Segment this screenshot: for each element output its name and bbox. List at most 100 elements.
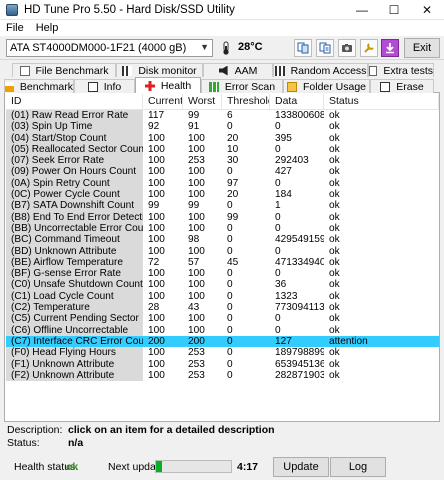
cell-current: 100 [148, 347, 165, 359]
copy-info-button[interactable] [294, 39, 312, 57]
cell-current: 100 [148, 189, 165, 201]
table-row[interactable]: (09) Power On Hours Count 100 100 0 427 ok [6, 166, 439, 178]
cell-id: (C2) Temperature [6, 302, 143, 314]
options-button[interactable] [360, 39, 378, 57]
cell-threshold: 0 [227, 166, 233, 178]
cell-current: 100 [148, 177, 165, 189]
tab-info[interactable]: Info [74, 79, 135, 93]
cell-data: 77309411356 [275, 302, 324, 314]
cell-status: ok [329, 358, 340, 370]
table-row[interactable]: (F2) Unknown Attribute 100 253 0 282871903 ok [6, 369, 439, 382]
cell-id: (01) Raw Read Error Rate [6, 110, 143, 122]
tab-extra-tests[interactable]: Extra tests [368, 63, 434, 77]
cell-threshold: 0 [227, 234, 233, 246]
cell-id: (B8) End To End Error Detection [6, 211, 143, 223]
table-row[interactable]: (C1) Load Cycle Count 100 100 0 1323 ok [6, 290, 439, 303]
table-row[interactable]: (04) Start/Stop Count 100 100 20 395 ok [6, 132, 439, 144]
cell-threshold: 10 [227, 143, 239, 155]
cell-worst: 100 [188, 211, 205, 223]
cell-threshold: 30 [227, 155, 239, 167]
table-row[interactable]: (B7) SATA Downshift Count 99 99 0 1 ok [6, 200, 439, 212]
cell-data: 0 [275, 313, 281, 325]
cell-data: 1323 [275, 290, 298, 302]
column-header-status[interactable]: Status [324, 94, 439, 109]
cell-current: 100 [148, 369, 165, 381]
tab-erase[interactable]: Erase [370, 79, 434, 93]
table-row[interactable]: (C2) Temperature 28 43 0 77309411356 ok [6, 302, 439, 314]
cell-status: ok [329, 234, 340, 246]
column-header-worst[interactable]: Worst [183, 94, 222, 109]
column-header-id[interactable]: ID [6, 94, 143, 109]
tab-folder-usage[interactable]: Folder Usage [283, 79, 370, 93]
cell-id: (C1) Load Cycle Count [6, 290, 143, 303]
table-row[interactable]: (B8) End To End Error Detection 100 100 99 0… [6, 211, 439, 223]
health-cross-icon [144, 80, 155, 91]
tab-file-benchmark[interactable]: File Benchmark [12, 63, 116, 77]
tab-label: Erase [396, 80, 424, 93]
cell-status: ok [329, 110, 340, 121]
tab-label: Health [160, 79, 192, 92]
cell-data: 184 [275, 189, 292, 201]
cell-data: 1 [275, 200, 281, 212]
table-row[interactable]: (F0) Head Flying Hours 100 253 0 1897988997 o… [6, 347, 439, 359]
erase-icon [380, 81, 391, 92]
table-row[interactable]: (C6) Offline Uncorrectable 100 100 0 0 ok [6, 324, 439, 336]
cell-current: 100 [148, 132, 165, 144]
tab-health[interactable]: Health [135, 77, 201, 93]
tab-random-access[interactable]: Random Access [273, 63, 368, 77]
menu-help[interactable]: Help [36, 22, 59, 34]
menu-file[interactable]: File [6, 22, 24, 34]
screenshot-button[interactable] [338, 39, 356, 57]
cell-status: ok [329, 279, 340, 291]
tab-disk-monitor[interactable]: Disk monitor [116, 63, 203, 77]
smart-attribute-table[interactable]: ID Current Worst Threshold Data Status (… [6, 94, 439, 418]
cell-threshold: 0 [227, 268, 233, 280]
maximize-button[interactable]: ☐ [378, 0, 410, 20]
drive-select[interactable]: ATA ST4000DM000-1F21 (4000 gB) ▼ [6, 39, 213, 57]
table-row[interactable]: (BF) G-sense Error Rate 100 100 0 0 ok [6, 268, 439, 280]
cell-id: (04) Start/Stop Count [6, 132, 143, 144]
column-header-current[interactable]: Current [143, 94, 183, 109]
table-row[interactable]: (05) Reallocated Sector Count 100 100 10 0 ok [6, 143, 439, 156]
cell-data: 36 [275, 279, 287, 291]
table-row[interactable]: (BC) Command Timeout 100 98 0 4295491598 ok [6, 234, 439, 246]
save-button[interactable] [381, 39, 399, 57]
status-value: n/a [68, 437, 84, 449]
tab-error-scan[interactable]: Error Scan [201, 79, 283, 93]
cell-current: 100 [148, 143, 165, 155]
close-button[interactable]: ✕ [410, 0, 444, 20]
table-row[interactable]: (0A) Spin Retry Count 100 100 97 0 ok [6, 177, 439, 190]
update-button[interactable]: Update [273, 457, 329, 477]
camera-icon [342, 44, 352, 52]
cell-current: 100 [148, 166, 165, 178]
table-row[interactable]: (BB) Uncorrectable Error Count 100 100 0 0 ok [6, 222, 439, 235]
cell-data: 0 [275, 222, 281, 234]
table-row[interactable]: (03) Spin Up Time 92 91 0 0 ok [6, 121, 439, 133]
table-row[interactable]: (F1) Unknown Attribute 100 253 0 6539451362 o… [6, 358, 439, 370]
minimize-button[interactable]: — [346, 0, 378, 20]
cell-threshold: 0 [227, 369, 233, 381]
description-area: Description: click on an item for a deta… [4, 424, 440, 452]
tab-benchmark[interactable]: Benchmark [4, 79, 74, 93]
copy-text-button[interactable] [316, 39, 334, 57]
table-row[interactable]: (BE) Airflow Temperature 72 57 45 471334940 o… [6, 256, 439, 269]
tab-aam[interactable]: AAM [203, 63, 273, 77]
table-row[interactable]: (C5) Current Pending Sector 100 100 0 0 ok [6, 313, 439, 325]
column-header-threshold[interactable]: Threshold [222, 94, 270, 109]
table-row[interactable]: (BD) Unknown Attribute 100 100 0 0 ok [6, 245, 439, 257]
table-row[interactable]: (01) Raw Read Error Rate 117 99 6 133800608 o… [6, 110, 439, 122]
exit-button[interactable]: Exit [404, 38, 440, 58]
cell-data: 471334940 [275, 256, 324, 268]
tab-label: Folder Usage [302, 80, 367, 93]
table-row[interactable]: (07) Seek Error Rate 100 253 30 292403 ok [6, 155, 439, 167]
cell-current: 92 [148, 121, 160, 133]
table-row[interactable]: (0C) Power Cycle Count 100 100 20 184 ok [6, 189, 439, 201]
cell-current: 100 [148, 290, 165, 302]
cell-data: 6539451362 [275, 358, 324, 370]
table-row[interactable]: (C7) Interface CRC Error Count 200 200 0 127… [6, 335, 439, 348]
table-row[interactable]: (C0) Unsafe Shutdown Count 100 100 0 36 ok [6, 279, 439, 291]
column-header-data[interactable]: Data [270, 94, 324, 109]
cell-current: 99 [148, 200, 160, 212]
log-button[interactable]: Log [330, 457, 386, 477]
cell-id: (BD) Unknown Attribute [6, 245, 143, 257]
